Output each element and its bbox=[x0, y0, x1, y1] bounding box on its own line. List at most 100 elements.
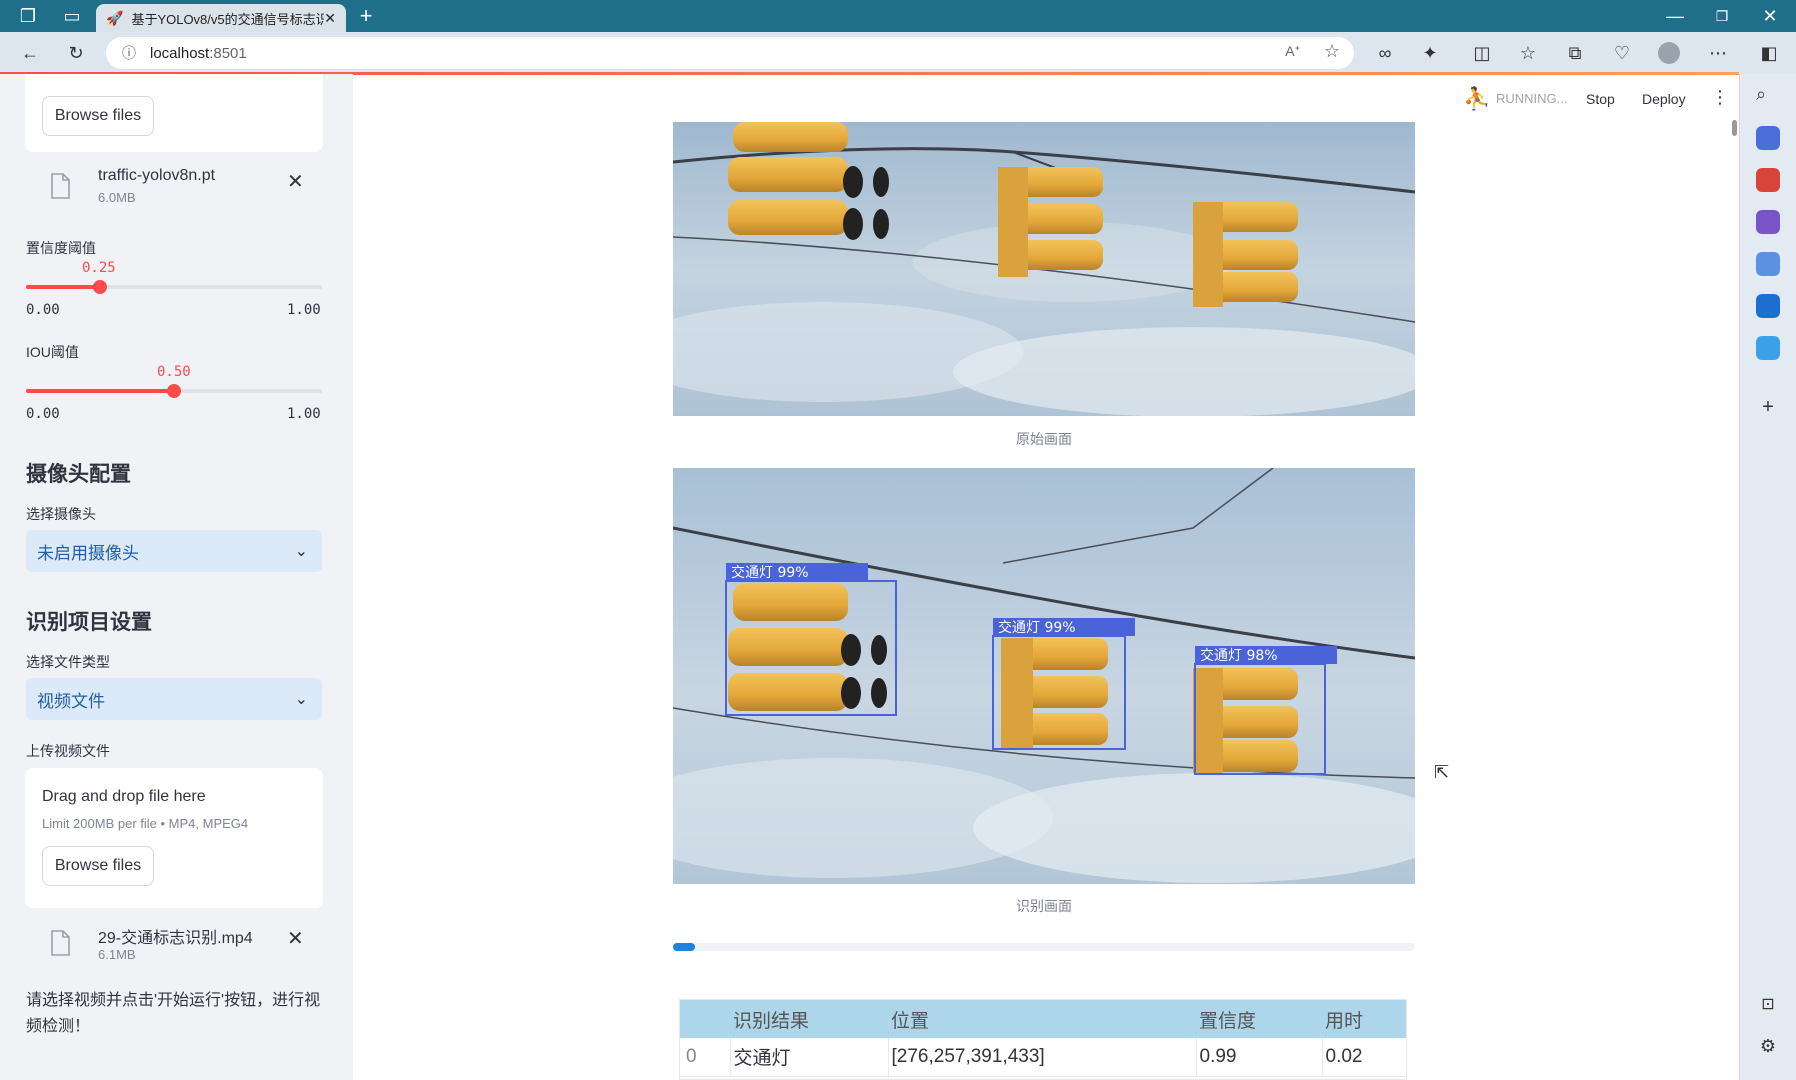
video-file-name: 29-交通标志识别.mp4 bbox=[98, 930, 253, 947]
close-window-icon[interactable]: ✕ bbox=[1756, 2, 1784, 30]
filetype-select-label: 选择文件类型 bbox=[26, 654, 110, 670]
video-file-item: 29-交通标志识别.mp4 6.1MB ✕ bbox=[45, 924, 315, 964]
remove-video-file-icon[interactable]: ✕ bbox=[287, 926, 304, 951]
model-uploader[interactable]: Browse files bbox=[25, 74, 323, 152]
more-menu-icon[interactable]: ⋯ bbox=[1704, 39, 1732, 67]
confidence-slider-track[interactable] bbox=[26, 280, 322, 294]
chevron-down-icon: ⌄ bbox=[294, 691, 308, 708]
extensions-loop-icon[interactable]: ∞ bbox=[1371, 39, 1399, 67]
url-port: :8501 bbox=[209, 44, 247, 62]
detected-frame-caption: 识别画面 bbox=[1016, 898, 1072, 914]
add-favorite-icon[interactable]: ☆ bbox=[1324, 41, 1340, 62]
detected-frame-image: 交通灯 99% 交通灯 99% 交通灯 98% bbox=[673, 468, 1415, 884]
tab-actions-icon[interactable]: ▭ bbox=[58, 2, 86, 30]
back-icon[interactable]: ← bbox=[16, 39, 44, 67]
iou-value: 0.50 bbox=[157, 364, 191, 380]
url-bar[interactable]: ⓘ localhost:8501 Aᐩ ☆ bbox=[106, 37, 1354, 69]
mouse-cursor-icon: ⇱ bbox=[1434, 762, 1450, 782]
office-icon[interactable] bbox=[1756, 252, 1780, 276]
profile-avatar[interactable] bbox=[1658, 42, 1680, 64]
bbox-3-label: 交通灯 98% bbox=[1200, 647, 1278, 664]
confidence-max: 1.00 bbox=[287, 302, 321, 318]
main-menu-icon[interactable]: ⋮ bbox=[1711, 87, 1729, 108]
edge-sidebar: ⌕ + ⊡ ⚙ bbox=[1739, 74, 1796, 1080]
tab-title: 基于YOLOv8/v5的交通信号标志识 bbox=[131, 11, 325, 27]
iou-slider-fill bbox=[26, 389, 174, 393]
row-position: [276,257,391,433] bbox=[888, 1038, 1197, 1076]
browser-essentials-icon[interactable]: ♡ bbox=[1608, 39, 1636, 67]
tools-icon[interactable] bbox=[1756, 168, 1780, 192]
deploy-button[interactable]: Deploy bbox=[1642, 91, 1686, 107]
tab-favicon-icon: 🚀 bbox=[106, 9, 124, 26]
video-hint-text: 请选择视频并点击'开始运行'按钮，进行视频检测！ bbox=[26, 992, 321, 1035]
send-icon[interactable] bbox=[1756, 336, 1780, 360]
video-browse-button[interactable]: Browse files bbox=[42, 846, 154, 886]
model-browse-button[interactable]: Browse files bbox=[42, 96, 154, 136]
browser-tab[interactable]: 🚀 基于YOLOv8/v5的交通信号标志识 ✕ bbox=[96, 4, 346, 32]
favorites-icon[interactable]: ☆ bbox=[1514, 39, 1542, 67]
table-header-result: 识别结果 bbox=[733, 1010, 810, 1032]
add-app-icon[interactable]: + bbox=[1756, 396, 1780, 420]
collections-icon[interactable]: ⧉ bbox=[1561, 39, 1589, 67]
camera-select[interactable]: 未启用摄像头 ⌄ bbox=[26, 530, 322, 572]
bbox-2-label: 交通灯 99% bbox=[998, 619, 1076, 636]
stop-button[interactable]: Stop bbox=[1586, 91, 1615, 107]
row-time: 0.02 bbox=[1325, 1045, 1363, 1067]
tab-close-icon[interactable]: ✕ bbox=[324, 10, 336, 27]
confidence-value: 0.25 bbox=[82, 260, 116, 276]
split-screen-icon[interactable]: ◫ bbox=[1468, 39, 1496, 67]
running-person-icon: ⛹ bbox=[1463, 86, 1491, 111]
results-table: 识别结果 位置 置信度 用时 0 交通灯 [276,257,391,433] 0… bbox=[679, 999, 1407, 1080]
dropzone-instruction: Drag and drop file here bbox=[42, 788, 206, 805]
restore-icon[interactable]: ❐ bbox=[1708, 2, 1736, 30]
table-header-row: 识别结果 位置 置信度 用时 bbox=[680, 1000, 1406, 1038]
camera-select-label: 选择摄像头 bbox=[26, 506, 96, 522]
lamp2 bbox=[998, 167, 1103, 277]
table-header-position: 位置 bbox=[891, 1010, 930, 1032]
video-progress-fill bbox=[673, 943, 696, 951]
search-icon[interactable]: ⌕ bbox=[1756, 84, 1780, 108]
row-result: 交通灯 bbox=[730, 1038, 889, 1076]
iou-slider-track[interactable] bbox=[26, 384, 322, 398]
filetype-select-value: 视频文件 bbox=[37, 691, 105, 711]
video-progress-bar bbox=[673, 943, 1415, 951]
outlook-icon[interactable] bbox=[1756, 294, 1780, 318]
settings-gear-icon[interactable]: ⚙ bbox=[1756, 1036, 1780, 1060]
camera-section-title: 摄像头配置 bbox=[26, 463, 131, 486]
model-file-size: 6.0MB bbox=[98, 190, 136, 205]
recognition-section-title: 识别项目设置 bbox=[26, 611, 152, 634]
iou-label: IOU阈值 bbox=[26, 344, 79, 360]
sidebar-toggle-icon[interactable]: ◧ bbox=[1755, 39, 1783, 67]
confidence-min: 0.00 bbox=[26, 302, 60, 318]
dropzone-limit: Limit 200MB per file • MP4, MPEG4 bbox=[42, 816, 249, 831]
new-tab-icon[interactable]: + bbox=[352, 2, 380, 30]
read-aloud-icon[interactable]: Aᐩ bbox=[1285, 43, 1300, 60]
workspaces-icon[interactable]: ❐ bbox=[14, 2, 42, 30]
original-frame-image bbox=[673, 122, 1415, 416]
games-icon[interactable] bbox=[1756, 210, 1780, 234]
table-header-confidence: 置信度 bbox=[1199, 1010, 1257, 1032]
video-upload-label: 上传视频文件 bbox=[26, 743, 110, 759]
puzzle-icon[interactable]: ✦ bbox=[1416, 39, 1444, 67]
row-confidence: 0.99 bbox=[1196, 1038, 1323, 1076]
refresh-icon[interactable]: ↻ bbox=[62, 39, 90, 67]
filetype-select[interactable]: 视频文件 ⌄ bbox=[26, 678, 322, 720]
camera-select-value: 未启用摄像头 bbox=[37, 543, 139, 563]
bbox-1-label: 交通灯 99% bbox=[731, 564, 809, 581]
file-icon bbox=[51, 173, 70, 199]
row-index: 0 bbox=[680, 1038, 731, 1076]
screenshot-icon[interactable]: ⊡ bbox=[1756, 994, 1780, 1018]
table-header-time: 用时 bbox=[1325, 1010, 1364, 1032]
iou-slider-thumb[interactable] bbox=[167, 384, 181, 398]
video-file-size: 6.1MB bbox=[98, 947, 136, 962]
original-frame-caption: 原始画面 bbox=[1016, 431, 1072, 447]
copilot-icon[interactable] bbox=[1756, 126, 1780, 150]
minimize-icon[interactable]: — bbox=[1661, 2, 1689, 30]
remove-model-file-icon[interactable]: ✕ bbox=[287, 169, 304, 194]
url-host: localhost bbox=[150, 44, 210, 62]
browser-titlebar: ❐ ▭ 🚀 基于YOLOv8/v5的交通信号标志识 ✕ + — ❐ ✕ bbox=[0, 0, 1796, 32]
scrollbar-thumb[interactable] bbox=[1732, 120, 1737, 136]
confidence-slider-thumb[interactable] bbox=[93, 280, 107, 294]
site-info-icon[interactable]: ⓘ bbox=[122, 43, 136, 63]
video-dropzone[interactable]: Drag and drop file here Limit 200MB per … bbox=[25, 768, 323, 908]
